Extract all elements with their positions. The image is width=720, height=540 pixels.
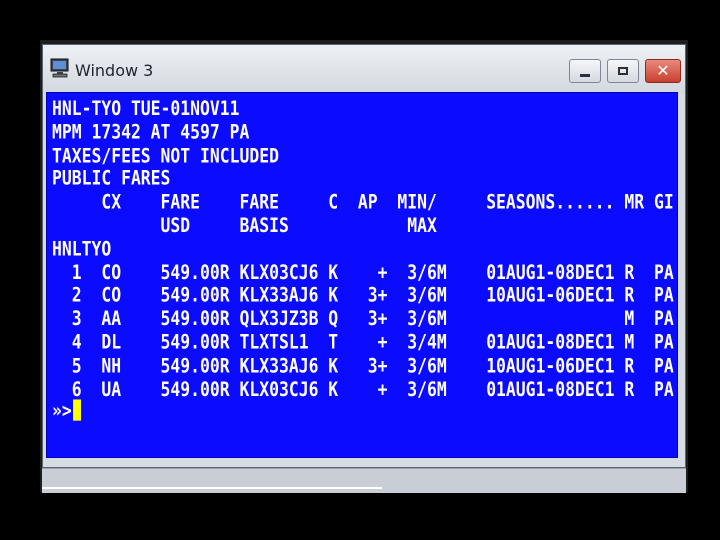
fare-row: 4 DL 549.00R TLXTSL1 T + 3/4M 01AUG1-08D…: [52, 330, 678, 354]
terminal-line: MPM 17342 AT 4597 PA: [52, 120, 250, 144]
close-icon: ✕: [656, 61, 670, 80]
minimize-button[interactable]: [569, 59, 601, 83]
column-header-line: CX FARE FARE C AP MIN/ SEASONS...... MR …: [52, 190, 678, 214]
maximize-icon: [618, 67, 628, 75]
window-title: Window 3: [75, 61, 154, 80]
maximize-button[interactable]: [607, 59, 639, 83]
command-prompt-line[interactable]: »>: [52, 398, 677, 422]
text-cursor: [72, 399, 81, 421]
command-prompt: »>: [52, 398, 72, 422]
fare-row: 2 CO 549.00R KLX33AJ6 K 3+ 3/6M 10AUG1-0…: [52, 284, 678, 307]
fare-row: 5 NH 549.00R KLX33AJ6 K 3+ 3/6M 10AUG1-0…: [52, 354, 678, 377]
divider: [42, 487, 382, 489]
column-header-line: USD BASIS MAX: [52, 214, 437, 237]
fare-row: 1 CO 549.00R KLX03CJ6 K + 3/6M 01AUG1-08…: [52, 260, 678, 284]
terminal-screen[interactable]: HNL-TYO TUE-01NOV11 MPM 17342 AT 4597 PA…: [46, 92, 678, 458]
fare-row: 6 UA 549.00R KLX03CJ6 K + 3/6M 01AUG1-08…: [52, 377, 678, 401]
close-button[interactable]: ✕: [645, 59, 681, 83]
title-bar[interactable]: Window 3 ✕: [43, 45, 685, 93]
fare-row: 3 AA 549.00R QLX3JZ3B Q 3+ 3/6M M PA D: [52, 307, 678, 331]
computer-terminal-icon[interactable]: [49, 57, 71, 79]
terminal-line: TAXES/FEES NOT INCLUDED: [52, 144, 279, 167]
terminal-line: HNL-TYO TUE-01NOV11: [52, 97, 240, 120]
terminal-text: HNL-TYO TUE-01NOV11 MPM 17342 AT 4597 PA…: [52, 95, 678, 422]
terminal-line: PUBLIC FARES: [52, 167, 171, 190]
city-pair-line: HNLTYO: [52, 237, 112, 260]
window-bottom-strip: [42, 468, 686, 493]
minimize-icon: [580, 73, 590, 77]
